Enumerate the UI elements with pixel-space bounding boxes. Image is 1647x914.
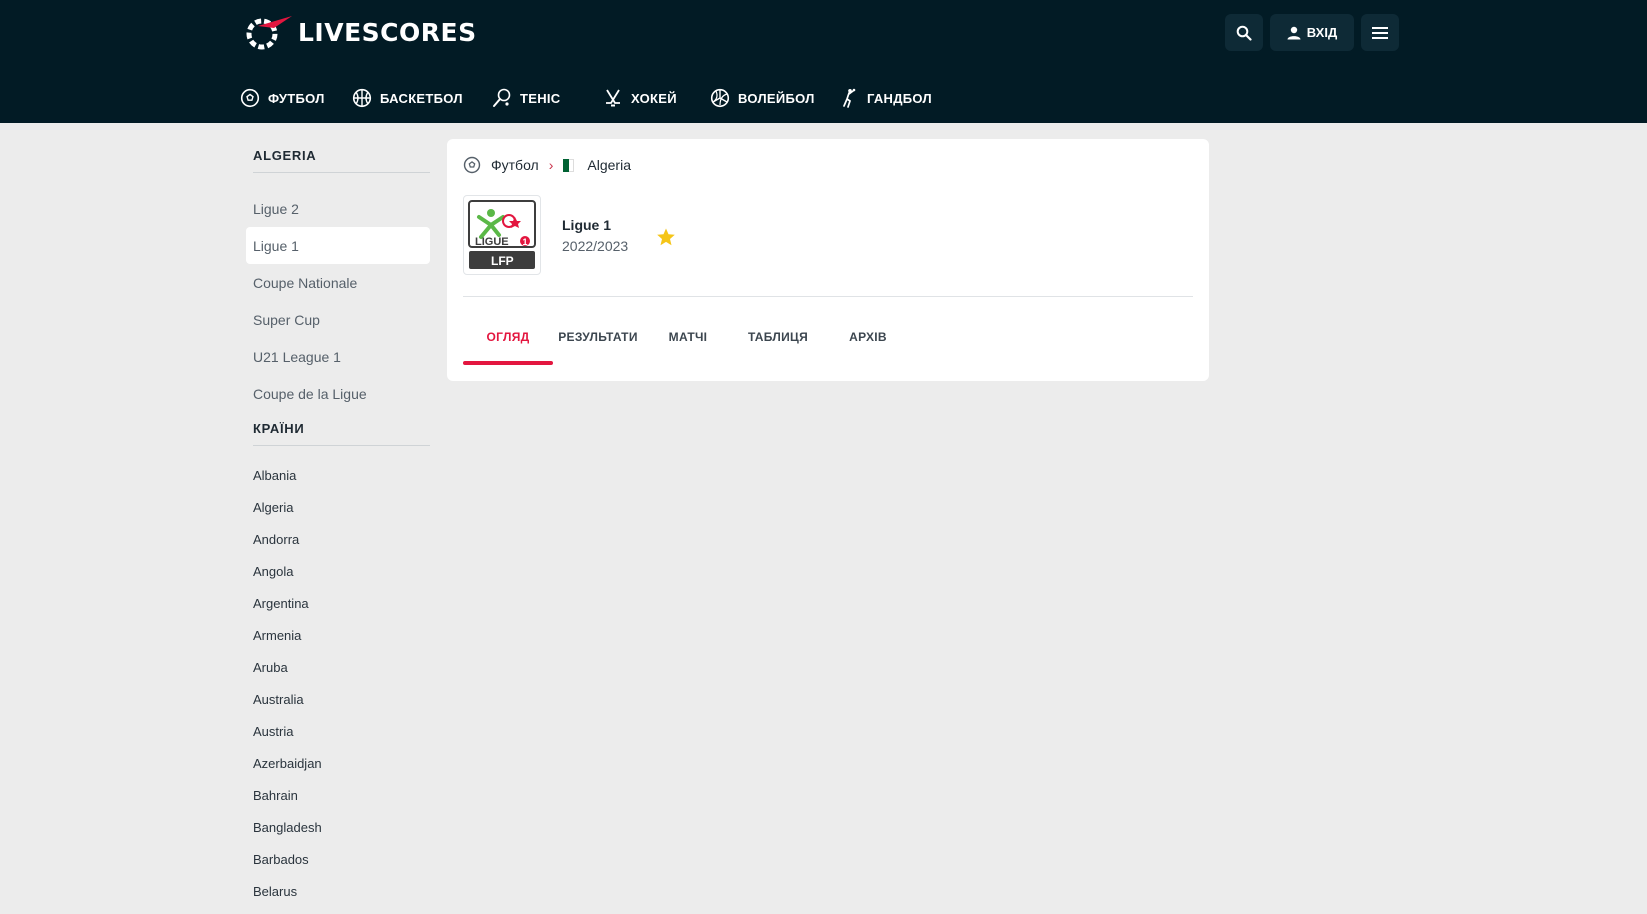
soccer-ball-icon xyxy=(463,156,481,174)
logo-lettering: LFP xyxy=(491,254,514,268)
sport-tab-tennis[interactable]: ТЕНІС xyxy=(492,82,603,114)
logo-lettering: LIGUE xyxy=(475,236,509,248)
sport-tab-basketball[interactable]: БАСКЕТБОЛ xyxy=(352,82,492,114)
sidebar-league-item[interactable]: U21 League 1 xyxy=(246,338,430,375)
divider xyxy=(253,445,430,446)
soccer-ball-icon xyxy=(240,88,260,108)
tab-matches[interactable]: МАТЧІ xyxy=(643,309,733,365)
sport-tab-volleyball[interactable]: ВОЛЕЙБОЛ xyxy=(710,82,839,114)
sport-tab-football[interactable]: ФУТБОЛ xyxy=(240,82,352,114)
hockey-sticks-icon xyxy=(606,89,620,107)
login-label: ВХІД xyxy=(1306,25,1338,40)
tab-archive[interactable]: АРХІВ xyxy=(823,309,913,365)
sport-label: ГАНДБОЛ xyxy=(867,90,932,106)
country-list-item[interactable]: Aruba xyxy=(253,660,288,675)
country-list-item[interactable]: Angola xyxy=(253,564,293,579)
divider xyxy=(463,296,1193,297)
sidebar-countries-title: КРАЇНИ xyxy=(253,421,305,436)
menu-button[interactable] xyxy=(1361,14,1399,51)
logo-lettering: 1 xyxy=(523,237,528,247)
algeria-flag-icon xyxy=(563,158,575,172)
tab-results[interactable]: РЕЗУЛЬТАТИ xyxy=(553,309,643,365)
sidebar-league-item[interactable]: Super Cup xyxy=(246,301,430,338)
sport-label: ТЕНІС xyxy=(520,90,561,106)
country-list-item[interactable]: Bahrain xyxy=(253,788,298,803)
country-list-item[interactable]: Armenia xyxy=(253,628,301,643)
sport-label: ВОЛЕЙБОЛ xyxy=(738,90,815,106)
chevron-right-icon: › xyxy=(548,157,554,173)
user-icon xyxy=(1287,26,1301,39)
breadcrumb-country-link[interactable]: Algeria xyxy=(587,157,631,173)
country-list-item[interactable]: Argentina xyxy=(253,596,309,611)
active-tab-indicator xyxy=(463,361,553,365)
league-header-card: Футбол › Algeria LIGUE 1 LFP Ligue 1 202… xyxy=(447,139,1209,381)
sport-label: ХОКЕЙ xyxy=(631,90,677,106)
top-header: LIVESCORES ВХІД ФУТБОЛ БАСКЕТБОЛ ТЕНІС Х… xyxy=(0,0,1647,123)
basketball-icon xyxy=(352,88,372,108)
sport-tab-hockey[interactable]: ХОКЕЙ xyxy=(603,82,710,114)
sidebar-league-item-active[interactable]: Ligue 1 xyxy=(246,227,430,264)
sidebar-league-item[interactable]: Coupe de la Ligue xyxy=(246,375,430,412)
hamburger-menu-icon xyxy=(1372,26,1388,39)
country-list-item[interactable]: Belarus xyxy=(253,884,297,899)
tab-overview[interactable]: ОГЛЯД xyxy=(463,309,553,365)
country-list-item[interactable]: Bangladesh xyxy=(253,820,322,835)
logo-text: LIVESCORES xyxy=(298,17,477,47)
sport-label: ФУТБОЛ xyxy=(268,90,325,106)
favorite-star-icon[interactable] xyxy=(656,227,676,247)
league-season: 2022/2023 xyxy=(562,238,629,254)
handball-player-icon xyxy=(843,88,856,108)
sidebar-country-title: ALGERIA xyxy=(253,148,317,163)
country-list-item[interactable]: Austria xyxy=(253,724,293,739)
country-list-item[interactable]: Australia xyxy=(253,692,304,707)
search-icon xyxy=(1236,25,1252,41)
tennis-racket-icon xyxy=(493,88,511,107)
league-logo: LIGUE 1 LFP xyxy=(463,195,541,275)
divider xyxy=(253,172,430,173)
ligue1-logo-icon: LIGUE 1 LFP xyxy=(468,200,536,269)
sport-label: БАСКЕТБОЛ xyxy=(380,90,463,106)
volleyball-icon xyxy=(710,88,730,108)
login-button[interactable]: ВХІД xyxy=(1270,14,1354,51)
country-list-item[interactable]: Barbados xyxy=(253,852,309,867)
site-logo[interactable]: LIVESCORES xyxy=(244,12,477,52)
breadcrumb: Футбол › Algeria xyxy=(463,155,631,175)
league-title: Ligue 1 xyxy=(562,217,612,233)
breadcrumb-sport-link[interactable]: Футбол xyxy=(491,157,539,173)
livescores-logo-icon xyxy=(246,16,292,50)
country-list-item[interactable]: Albania xyxy=(253,468,296,483)
search-button[interactable] xyxy=(1225,14,1263,51)
sport-tab-handball[interactable]: ГАНДБОЛ xyxy=(839,82,949,114)
country-list-item[interactable]: Algeria xyxy=(253,500,293,515)
sidebar-league-item[interactable]: Ligue 2 xyxy=(246,190,430,227)
country-list-item[interactable]: Andorra xyxy=(253,532,299,547)
country-list-item[interactable]: Azerbaidjan xyxy=(253,756,322,771)
sidebar-league-item[interactable]: Coupe Nationale xyxy=(246,264,430,301)
sports-nav: ФУТБОЛ БАСКЕТБОЛ ТЕНІС ХОКЕЙ ВОЛЕЙБОЛ ГА… xyxy=(240,82,949,114)
tab-standings[interactable]: ТАБЛИЦЯ xyxy=(733,309,823,365)
